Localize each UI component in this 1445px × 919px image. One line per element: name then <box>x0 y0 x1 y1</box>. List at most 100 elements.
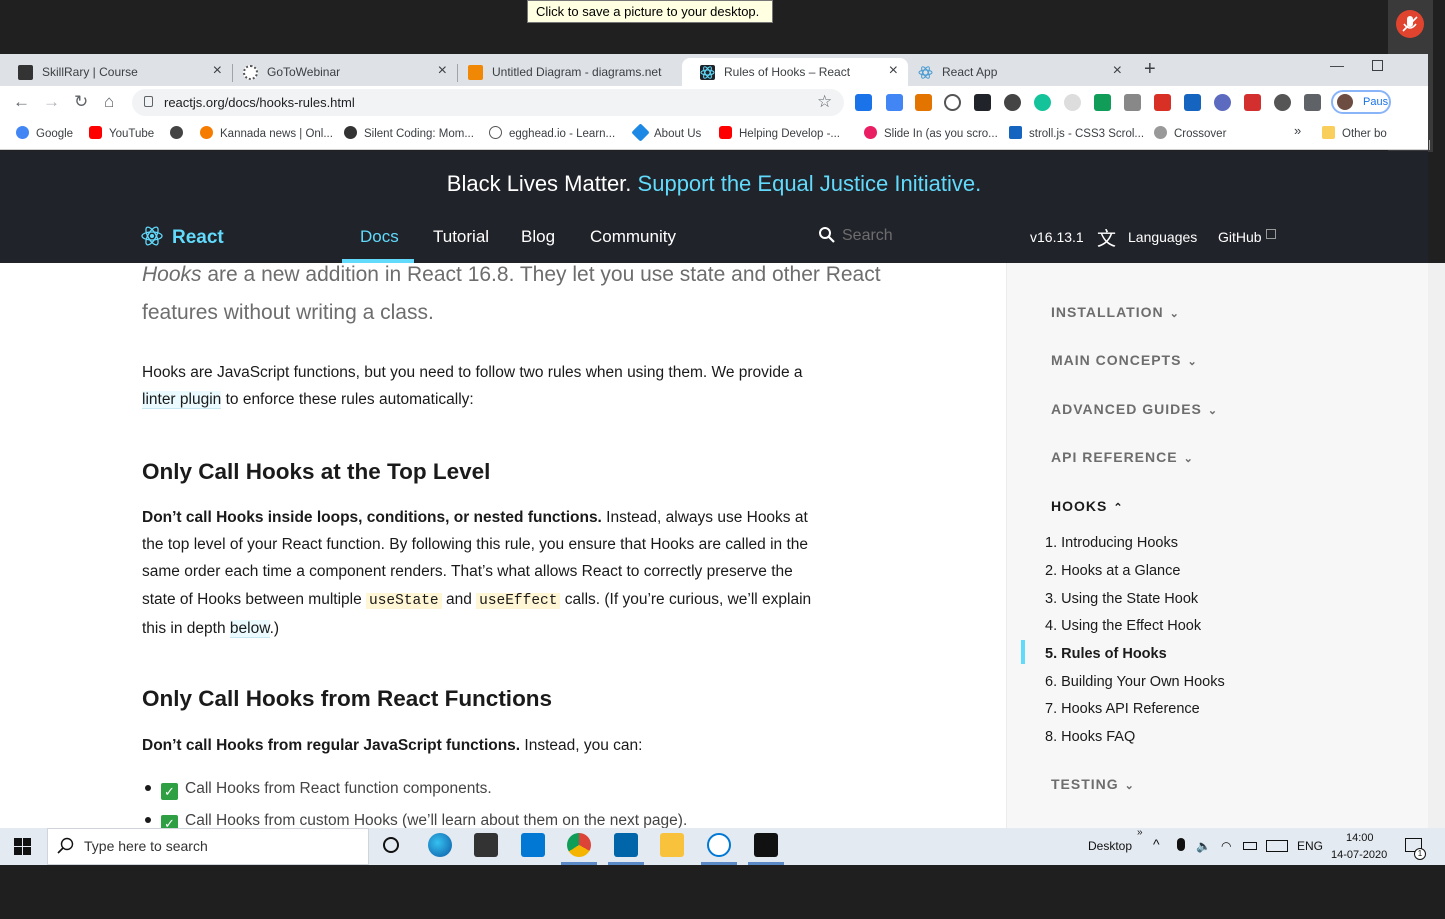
pause-sync-button[interactable]: Paus <box>1331 90 1391 114</box>
bookmark-about-us[interactable]: About Us <box>631 123 701 142</box>
tab-react-app[interactable]: React App × <box>900 58 1132 86</box>
store-icon[interactable] <box>474 833 498 857</box>
below-link[interactable]: below <box>229 619 270 638</box>
bookmark-google[interactable]: Google <box>16 126 73 140</box>
battery-icon[interactable] <box>1243 842 1257 850</box>
bookmark-egghead[interactable]: egghead.io - Learn... <box>489 126 615 140</box>
linter-plugin-link[interactable]: linter plugin <box>142 391 222 410</box>
file-explorer-icon[interactable] <box>660 833 684 857</box>
sidebar-item-hooks-faq[interactable]: 8. Hooks FAQ <box>1045 729 1135 745</box>
reload-icon[interactable]: ↻ <box>74 92 88 112</box>
minimize-icon[interactable]: — <box>1330 57 1344 73</box>
bookmark-stroll[interactable]: stroll.js - CSS3 Scrol... <box>1009 126 1144 140</box>
extension-icon[interactable] <box>1214 94 1231 111</box>
sidebar-section-hooks[interactable]: HOOKS ⌃ <box>1051 498 1124 514</box>
back-icon[interactable]: ← <box>13 92 30 112</box>
sidebar-item-custom-hooks[interactable]: 6. Building Your Own Hooks <box>1045 674 1225 690</box>
vscode-icon[interactable] <box>614 833 638 857</box>
close-tab-icon[interactable]: × <box>889 62 898 80</box>
new-tab-button[interactable]: + <box>1144 58 1156 81</box>
close-tab-icon[interactable]: × <box>438 62 447 80</box>
close-tab-icon[interactable]: × <box>1113 62 1122 80</box>
sidebar-section-api-reference[interactable]: API REFERENCE ⌄ <box>1051 449 1194 465</box>
clock-date[interactable]: 14-07-2020 <box>1331 849 1387 861</box>
lock-icon[interactable] <box>144 96 153 107</box>
clock-time[interactable]: 14:00 <box>1346 832 1374 844</box>
extension-icon[interactable] <box>855 94 872 111</box>
languages-link[interactable]: Languages <box>1128 229 1197 245</box>
edge-icon[interactable] <box>428 833 452 857</box>
tab-rules-of-hooks[interactable]: Rules of Hooks – React × <box>682 58 908 86</box>
extension-icon[interactable] <box>915 94 932 111</box>
nav-community[interactable]: Community <box>590 227 676 247</box>
wifi-icon[interactable]: ◠ <box>1221 839 1231 853</box>
bug-icon[interactable] <box>1274 94 1291 111</box>
bookmark-kannada-news[interactable]: Kannada news | Onl... <box>200 126 333 140</box>
close-tab-icon[interactable]: × <box>213 62 222 80</box>
bookmark-silent-coding[interactable]: Silent Coding: Mom... <box>344 126 474 140</box>
nav-tutorial[interactable]: Tutorial <box>433 227 489 247</box>
tab-diagrams[interactable]: Untitled Diagram - diagrams.net <box>450 58 682 86</box>
bookmark-slide-in[interactable]: Slide In (as you scro... <box>864 126 998 140</box>
desktop-toolbar[interactable]: Desktop <box>1088 839 1132 853</box>
drive-icon[interactable] <box>1094 94 1111 111</box>
extension-icon[interactable] <box>1064 94 1081 111</box>
nav-docs[interactable]: Docs <box>360 227 399 247</box>
screenshot-icon[interactable] <box>1184 94 1201 111</box>
react-logo-text[interactable]: React <box>172 227 224 249</box>
terminal-icon[interactable] <box>754 833 778 857</box>
pen-icon[interactable] <box>1154 94 1171 111</box>
banner-link[interactable]: Support the Equal Justice Initiative. <box>638 171 982 196</box>
mail-icon[interactable] <box>521 833 545 857</box>
puzzle-icon[interactable] <box>1304 94 1321 111</box>
extension-icon[interactable] <box>1004 94 1021 111</box>
microphone-icon[interactable] <box>1177 838 1185 851</box>
sidebar-section-advanced-guides[interactable]: ADVANCED GUIDES ⌄ <box>1051 401 1218 417</box>
translate-icon[interactable]: 文 <box>1097 224 1116 251</box>
sidebar-item-rules-of-hooks[interactable]: 5. Rules of Hooks <box>1045 646 1167 662</box>
search-icon[interactable] <box>818 226 836 249</box>
taskbar-search-placeholder[interactable]: Type here to search <box>84 838 208 854</box>
extension-icon[interactable] <box>886 94 903 111</box>
bookmark-crossover[interactable]: Crossover <box>1154 126 1226 140</box>
grammarly-icon[interactable] <box>1034 94 1051 111</box>
restore-icon[interactable] <box>1372 60 1383 71</box>
version-link[interactable]: v16.13.1 <box>1030 229 1084 245</box>
react-logo-icon[interactable] <box>141 225 163 252</box>
pdf-icon[interactable] <box>1244 94 1261 111</box>
sidebar-item-introducing-hooks[interactable]: 1. Introducing Hooks <box>1045 535 1178 551</box>
react-devtools-taskbar-icon[interactable] <box>707 833 731 857</box>
forward-icon[interactable]: → <box>43 92 60 112</box>
bookmark-helping-develop[interactable]: Helping Develop -... <box>719 126 840 140</box>
input-language[interactable]: ENG <box>1297 839 1323 853</box>
extension-icon[interactable] <box>944 94 961 111</box>
sidebar-item-hooks-at-a-glance[interactable]: 2. Hooks at a Glance <box>1045 563 1180 579</box>
site-search-input[interactable]: Search <box>842 227 893 245</box>
windows-start-icon[interactable] <box>14 838 31 860</box>
nav-blog[interactable]: Blog <box>521 227 555 247</box>
tab-gotowebinar[interactable]: GoToWebinar × <box>225 58 457 86</box>
sidebar-section-main-concepts[interactable]: MAIN CONCEPTS ⌄ <box>1051 352 1198 368</box>
desktop-toolbar-chevron[interactable]: » <box>1137 827 1143 838</box>
bookmark-globe[interactable] <box>170 126 190 140</box>
sidebar-item-hooks-api-reference[interactable]: 7. Hooks API Reference <box>1045 701 1200 717</box>
github-link[interactable]: GitHub <box>1218 229 1262 245</box>
sidebar-item-effect-hook[interactable]: 4. Using the Effect Hook <box>1045 618 1201 634</box>
tab-skillrary[interactable]: SkillRary | Course × <box>0 58 232 86</box>
speaker-icon[interactable]: 🔈 <box>1196 839 1211 853</box>
bookmarks-overflow[interactable]: » <box>1294 123 1301 138</box>
react-devtools-icon[interactable] <box>974 94 991 111</box>
bookmark-youtube[interactable]: YouTube <box>89 126 154 140</box>
sidebar-section-installation[interactable]: INSTALLATION ⌄ <box>1051 304 1180 320</box>
url-text[interactable]: reactjs.org/docs/hooks-rules.html <box>164 95 355 110</box>
cortana-icon[interactable] <box>383 837 399 853</box>
bookmark-star-icon[interactable]: ☆ <box>817 92 832 112</box>
chrome-icon[interactable] <box>567 833 591 857</box>
keyboard-icon[interactable] <box>1266 840 1288 852</box>
sidebar-section-testing[interactable]: TESTING ⌄ <box>1051 776 1135 792</box>
sidebar-item-state-hook[interactable]: 3. Using the State Hook <box>1045 591 1198 607</box>
camera-icon[interactable] <box>1124 94 1141 111</box>
chevron-up-icon[interactable]: ^ <box>1153 836 1160 852</box>
home-icon[interactable]: ⌂ <box>104 92 114 112</box>
mic-muted-icon[interactable] <box>1396 10 1424 38</box>
